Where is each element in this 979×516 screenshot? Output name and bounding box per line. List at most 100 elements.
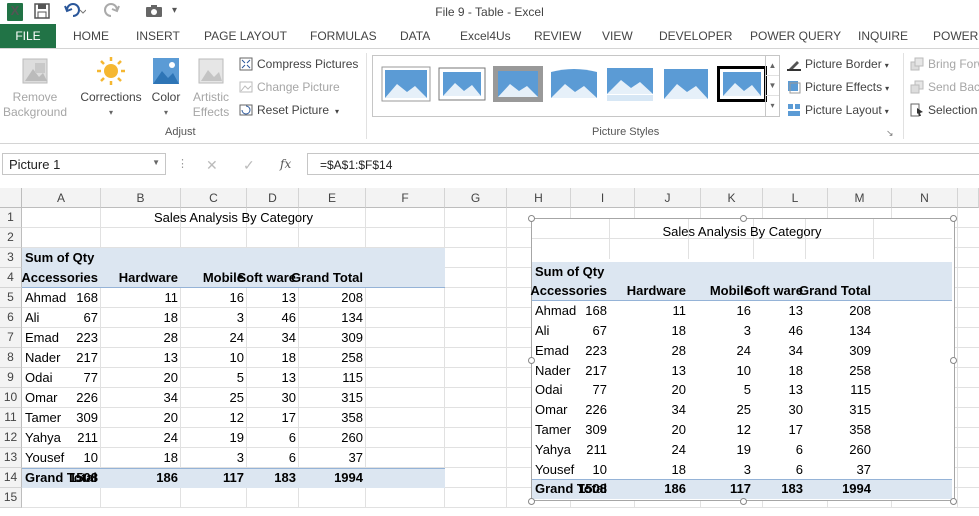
- change-picture-button[interactable]: Change Picture: [239, 80, 340, 94]
- row-header-2[interactable]: 2: [0, 228, 22, 248]
- gallery-scroll[interactable]: ▲ ▼ ▾: [765, 56, 779, 116]
- sheet-table-cell: 223: [76, 330, 98, 345]
- picture-border-button[interactable]: Picture Border ▾: [787, 57, 889, 71]
- picture-styles-launcher-icon[interactable]: ↘: [886, 128, 894, 139]
- picture-styles-gallery[interactable]: ▲ ▼ ▾: [372, 55, 780, 117]
- row-header-1[interactable]: 1: [0, 208, 22, 228]
- compress-pictures-button[interactable]: Compress Pictures: [239, 57, 358, 71]
- corrections-button[interactable]: Corrections ▾: [78, 55, 144, 120]
- reset-picture-button[interactable]: Reset Picture ▾: [239, 103, 339, 117]
- tab-home[interactable]: HOME: [73, 29, 109, 43]
- column-header-g[interactable]: G: [445, 188, 507, 208]
- column-header-f[interactable]: F: [366, 188, 445, 208]
- row-header-5[interactable]: 5: [0, 288, 22, 308]
- picture-grand-total-cell: 183: [781, 481, 803, 497]
- tab-powerpivot[interactable]: POWERP: [933, 29, 979, 43]
- selection-pane-button[interactable]: Selection: [910, 103, 977, 117]
- picture-effects-button[interactable]: Picture Effects ▾: [787, 80, 889, 94]
- tab-data[interactable]: DATA: [400, 29, 430, 43]
- column-header-k[interactable]: K: [701, 188, 763, 208]
- worksheet-grid[interactable]: A B C D E F G H I J K L M N 1 2 3 4 5 6 7 8 9 10 11 12 13 14 15 Sales…: [0, 188, 979, 516]
- row-header-14[interactable]: 14: [0, 468, 22, 488]
- picture-style-5[interactable]: [603, 64, 657, 104]
- tab-review[interactable]: REVIEW: [534, 29, 581, 43]
- remove-background-button[interactable]: Remove Background: [2, 55, 68, 120]
- row-header-7[interactable]: 7: [0, 328, 22, 348]
- row-header-3[interactable]: 3: [0, 248, 22, 268]
- picture-style-7[interactable]: [715, 64, 769, 104]
- tab-page-layout[interactable]: PAGE LAYOUT: [204, 29, 287, 43]
- picture-table-cell: 34: [788, 342, 803, 358]
- column-header-m[interactable]: M: [828, 188, 892, 208]
- resize-handle[interactable]: [950, 357, 957, 364]
- picture-style-2[interactable]: [435, 64, 489, 104]
- tab-developer[interactable]: DEVELOPER: [659, 29, 732, 43]
- row-header-15[interactable]: 15: [0, 488, 22, 508]
- picture-table-cell: 258: [849, 362, 871, 378]
- picture-table-cell: 211: [586, 441, 607, 457]
- column-header-c[interactable]: C: [181, 188, 247, 208]
- picture-style-1[interactable]: [379, 64, 433, 104]
- name-box[interactable]: Picture 1 ▼: [2, 153, 166, 175]
- row-header-8[interactable]: 8: [0, 348, 22, 368]
- row-header-10[interactable]: 10: [0, 388, 22, 408]
- row-header-12[interactable]: 12: [0, 428, 22, 448]
- picture-table-cell: 46: [788, 323, 803, 338]
- bring-forward-button[interactable]: Bring Forw: [910, 57, 979, 71]
- tab-formulas[interactable]: FORMULAS: [310, 29, 377, 43]
- tab-power-query[interactable]: POWER QUERY: [750, 29, 841, 43]
- gallery-down-icon[interactable]: ▼: [766, 76, 779, 96]
- row-header-11[interactable]: 11: [0, 408, 22, 428]
- column-header-n[interactable]: N: [892, 188, 958, 208]
- resize-handle[interactable]: [950, 215, 957, 222]
- formula-input[interactable]: =$A$1:$F$14: [307, 153, 979, 175]
- resize-handle[interactable]: [740, 498, 747, 505]
- gallery-more-icon[interactable]: ▾: [766, 96, 779, 116]
- sheet-table-cell: 13: [281, 290, 296, 305]
- sheet-table-cell: 358: [341, 410, 363, 425]
- column-header-i[interactable]: I: [571, 188, 635, 208]
- select-all-corner[interactable]: [0, 188, 22, 208]
- column-header-e[interactable]: E: [299, 188, 366, 208]
- gallery-up-icon[interactable]: ▲: [766, 56, 779, 76]
- row-header-9[interactable]: 9: [0, 368, 22, 388]
- column-header-d[interactable]: D: [247, 188, 299, 208]
- tab-excel4us[interactable]: Excel4Us: [460, 29, 511, 43]
- column-header-b[interactable]: B: [101, 188, 181, 208]
- picture-table-cell: 223: [585, 342, 607, 358]
- tab-file[interactable]: FILE: [0, 24, 56, 48]
- column-header-j[interactable]: J: [635, 188, 701, 208]
- more-options-icon[interactable]: ⋮: [177, 157, 188, 170]
- resize-handle[interactable]: [528, 215, 535, 222]
- sheet-table-cell: 260: [341, 430, 363, 445]
- tab-view[interactable]: VIEW: [602, 29, 633, 43]
- picture-style-4[interactable]: [547, 64, 601, 104]
- tab-insert[interactable]: INSERT: [136, 29, 180, 43]
- sheet-table-cell: 67: [83, 310, 98, 325]
- enter-icon[interactable]: ✓: [243, 157, 255, 174]
- color-button[interactable]: Color ▾: [146, 55, 186, 120]
- name-box-value: Picture 1: [9, 157, 61, 172]
- name-box-dropdown-icon[interactable]: ▼: [152, 158, 160, 167]
- linked-picture[interactable]: Sales Analysis By Category Sum of Qty Acce…: [528, 215, 957, 505]
- picture-table-cell: 226: [585, 402, 607, 418]
- resize-handle[interactable]: [950, 498, 957, 505]
- artistic-effects-icon: [195, 55, 227, 87]
- picture-style-3[interactable]: [491, 64, 545, 104]
- sheet-table-cell: 309: [341, 330, 363, 345]
- row-header-13[interactable]: 13: [0, 448, 22, 468]
- picture-layout-button[interactable]: Picture Layout ▾: [787, 103, 889, 117]
- insert-function-icon[interactable]: fx: [280, 157, 291, 171]
- tab-inquire[interactable]: INQUIRE: [858, 29, 908, 43]
- column-header-l[interactable]: L: [763, 188, 828, 208]
- resize-handle[interactable]: [740, 215, 747, 222]
- artistic-effects-button[interactable]: Artistic Effects: [186, 55, 236, 120]
- picture-style-6[interactable]: [659, 64, 713, 104]
- send-backward-button[interactable]: Send Back: [910, 80, 979, 94]
- resize-handle[interactable]: [528, 357, 535, 364]
- column-header-h[interactable]: H: [507, 188, 571, 208]
- cancel-icon[interactable]: ✕: [206, 157, 218, 174]
- column-header-a[interactable]: A: [22, 188, 101, 208]
- row-header-6[interactable]: 6: [0, 308, 22, 328]
- resize-handle[interactable]: [528, 498, 535, 505]
